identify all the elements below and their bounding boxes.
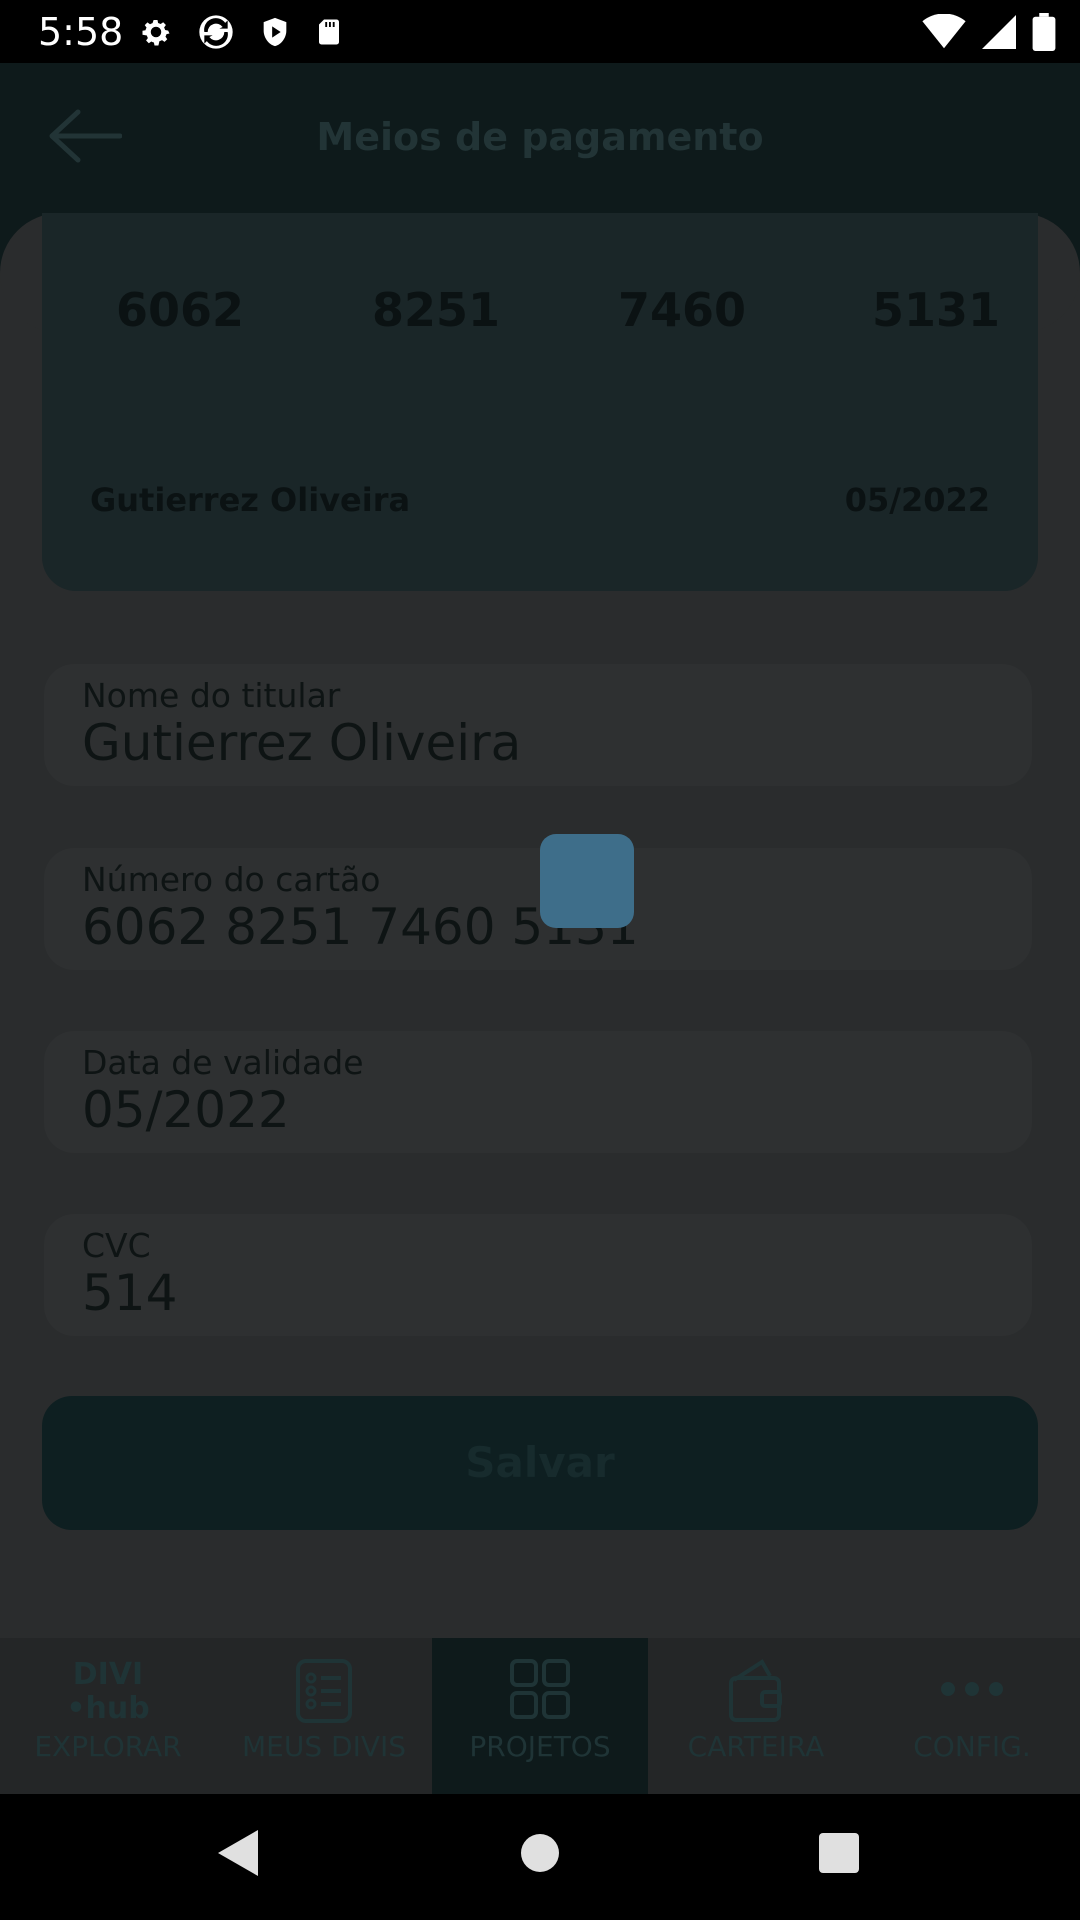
holder-name-value[interactable]: Gutierrez Oliveira xyxy=(82,714,521,772)
shield-icon xyxy=(263,17,287,47)
nav-item-meus-divis[interactable]: MEUS DIVIS xyxy=(216,1638,432,1794)
nav-label-carteira: CARTEIRA xyxy=(687,1730,825,1763)
settings-icon xyxy=(142,20,170,46)
list-icon xyxy=(296,1659,352,1723)
divi-hub-logo-icon: DIVI •hub xyxy=(66,1657,150,1726)
more-dots-icon xyxy=(941,1682,1003,1696)
card-digit-group-2: 8251 xyxy=(372,283,501,337)
battery-icon xyxy=(1032,13,1056,51)
status-icons-right xyxy=(922,12,1056,52)
status-time: 5:58 xyxy=(38,10,124,54)
nav-label-meus-divis: MEUS DIVIS xyxy=(241,1730,407,1763)
wifi-icon xyxy=(922,14,966,49)
system-nav-bar xyxy=(0,1794,1080,1920)
home-circle-icon[interactable] xyxy=(520,1830,560,1876)
nav-label-explorar: EXPLORAR xyxy=(34,1730,182,1763)
back-triangle-icon[interactable] xyxy=(218,1830,258,1876)
floating-square[interactable] xyxy=(540,834,634,928)
nav-label-projetos: PROJETOS xyxy=(469,1730,611,1763)
cvc-field[interactable]: CVC 514 xyxy=(44,1214,1032,1336)
card-number-label: Número do cartão xyxy=(82,860,381,899)
recents-square-icon[interactable] xyxy=(818,1830,860,1876)
bottom-nav: DIVI •hub EXPLORAR MEUS DIVIS PROJETOS C… xyxy=(0,1638,1080,1794)
card-digit-group-3: 7460 xyxy=(618,283,747,337)
expiry-field[interactable]: Data de validade 05/2022 xyxy=(44,1031,1032,1153)
cvc-label: CVC xyxy=(82,1226,151,1265)
card-number-field[interactable]: Número do cartão 6062 8251 7460 5131 xyxy=(44,848,1032,970)
card-digit-group-1: 6062 xyxy=(116,283,245,337)
sync-icon xyxy=(199,15,233,49)
card-expiry: 05/2022 xyxy=(844,481,990,519)
nav-label-config: CONFIG. xyxy=(913,1730,1031,1763)
page-title: Meios de pagamento xyxy=(316,115,764,159)
expiry-label: Data de validade xyxy=(82,1043,364,1082)
card-preview: 6062 8251 7460 5131 Gutierrez Oliveira 0… xyxy=(42,213,1038,591)
card-holder-name: Gutierrez Oliveira xyxy=(90,481,411,519)
holder-name-label: Nome do titular xyxy=(82,676,341,715)
sd-card-icon xyxy=(319,19,339,45)
app-header: Meios de pagamento xyxy=(0,63,1080,213)
expiry-value[interactable]: 05/2022 xyxy=(82,1081,290,1139)
nav-item-projetos[interactable]: PROJETOS xyxy=(432,1638,648,1794)
status-icons-left xyxy=(138,12,344,52)
grid-icon xyxy=(510,1659,570,1719)
nav-item-carteira[interactable]: CARTEIRA xyxy=(648,1638,864,1794)
holder-name-field[interactable]: Nome do titular Gutierrez Oliveira xyxy=(44,664,1032,786)
nav-item-config[interactable]: CONFIG. xyxy=(864,1638,1080,1794)
nav-item-explorar[interactable]: DIVI •hub EXPLORAR xyxy=(0,1638,216,1794)
wallet-icon xyxy=(729,1659,782,1722)
card-digit-group-4: 5131 xyxy=(872,283,1001,337)
cvc-value[interactable]: 514 xyxy=(82,1264,177,1322)
save-button[interactable]: Salvar xyxy=(42,1396,1038,1530)
signal-icon xyxy=(982,15,1016,49)
status-bar: 5:58 xyxy=(0,0,1080,63)
